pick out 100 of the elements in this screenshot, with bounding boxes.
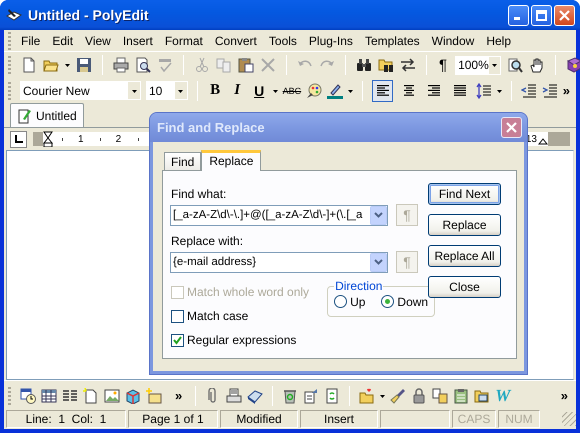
check-mark-icon [173,336,182,344]
font-name-combo[interactable]: Courier New [20,81,141,100]
dialog-button[interactable]: Close [428,276,501,298]
book-icon[interactable] [566,57,580,73]
menu-item[interactable]: Help [480,32,518,50]
clipboard-icon[interactable] [453,388,470,404]
bold-button[interactable]: B [206,82,224,99]
status-panel: NUM [498,410,540,428]
menu-item[interactable]: Plug-Ins [302,32,359,50]
align-left-icon [376,84,390,96]
new-document-icon[interactable] [21,57,37,73]
status-panel [380,410,450,428]
menu-item[interactable]: Edit [46,32,80,50]
radio-label: Down [397,294,428,308]
tab-stop-button[interactable] [10,130,27,148]
gift-box-icon[interactable] [125,388,141,404]
menu-item[interactable]: Tools [262,32,303,50]
close-button[interactable] [501,117,522,138]
strikethrough-button[interactable]: ABC [282,86,302,96]
pilcrow-button[interactable]: ¶ [437,56,450,74]
ruler-number: 2 [114,134,122,144]
print-icon[interactable] [113,57,129,73]
document-arrow-icon[interactable] [303,388,320,404]
paste-icon[interactable] [238,57,254,73]
find-what-field[interactable]: [_a-zA-Z\d\-\.]+@([_a-zA-Z\d\-]+(\.[_a [170,204,388,226]
table-icon[interactable] [41,388,57,404]
menu-item[interactable]: View [79,32,117,50]
zoom-combo[interactable]: 100% [455,56,501,74]
minimize-button[interactable] [508,4,529,26]
radio-label: Up [350,294,366,308]
brush-icon[interactable] [390,388,406,404]
binoculars-icon[interactable] [356,57,372,73]
decrease-indent-icon[interactable] [520,82,537,98]
dialog-title: Find and Replace [157,120,266,135]
more-tools-chevron[interactable]: » [175,388,182,403]
dialog-tab[interactable]: Replace [201,150,262,171]
italic-button[interactable]: I [228,82,246,99]
menu-item[interactable]: Window [426,32,480,50]
dialog-tab[interactable]: Find [164,152,202,170]
dialog-button[interactable]: Find Next [428,183,501,205]
checkbox[interactable] [171,310,184,322]
menu-item[interactable]: Convert [208,32,263,50]
indent-marker-icon[interactable] [43,131,53,147]
highlight-palette-icon[interactable] [306,82,322,98]
maximize-button[interactable] [531,4,552,26]
minimize-icon [514,17,520,20]
more-tools-chevron[interactable]: » [562,83,570,98]
new-page-sparkle-icon[interactable] [83,388,99,404]
status-panel: CAPS [452,410,496,428]
status-panel: Insert [300,410,378,428]
document-pen-icon [17,108,31,124]
text-color-pen-icon[interactable] [327,82,344,98]
more-tools-chevron[interactable]: » [560,388,568,403]
folder-window-icon[interactable] [474,388,490,404]
radio-button[interactable] [381,295,394,308]
status-panel: Page 1 of 1 [128,410,218,428]
folder-heart-icon[interactable] [359,388,376,404]
dialog-button[interactable]: Replace All [428,245,501,267]
field-label: Replace with: [171,234,244,248]
page-refresh-icon[interactable] [324,388,340,404]
menu-item[interactable]: Format [158,32,209,50]
radio-button[interactable] [334,295,348,308]
swap-arrows-icon[interactable] [400,57,416,73]
ruler-margin [548,132,570,146]
recycle-bin-icon[interactable] [282,388,298,404]
align-center-icon [402,84,416,96]
document-tab[interactable]: Untitled [10,103,84,127]
dialog-button[interactable]: Replace [428,214,501,236]
tab-stop-icon [14,135,22,143]
ruler-number: 1 [77,134,85,144]
underline-button[interactable]: U [250,82,268,98]
hand-icon[interactable] [528,57,545,73]
resize-grip[interactable] [562,412,576,426]
open-book-icon[interactable] [247,388,264,404]
increase-indent-icon[interactable] [542,82,558,98]
columns-icon[interactable] [62,388,78,404]
line-spacing-icon[interactable] [476,82,492,98]
checkbox[interactable] [171,334,184,346]
menu-item[interactable]: File [15,32,46,50]
padlock-icon[interactable] [411,388,428,404]
window-title: Untitled - PolyEdit [28,7,150,23]
document-print-icon[interactable] [226,388,242,404]
status-panel: Modified [220,410,298,428]
sparkle-frame-icon[interactable] [146,388,162,404]
folder-binoculars-icon[interactable] [378,57,394,73]
print-preview-icon[interactable] [135,57,151,73]
menu-item[interactable]: Templates [358,32,426,50]
ruler-margin [33,132,43,146]
font-size-combo[interactable]: 10 [146,81,188,100]
checkbox-label: Regular expressions [187,333,296,347]
calendar-clock-icon[interactable] [20,388,36,404]
replace-with-field[interactable]: {e-mail address} [170,252,388,272]
menu-item[interactable]: Insert [116,32,159,50]
maximize-icon [536,10,547,20]
spellcheck-icon[interactable] [157,57,173,73]
zoom-magnifier-icon[interactable] [506,57,523,73]
documents-icon[interactable] [432,388,448,404]
align-left-button[interactable] [372,80,394,102]
image-icon[interactable] [104,388,120,404]
save-icon[interactable] [76,57,92,73]
